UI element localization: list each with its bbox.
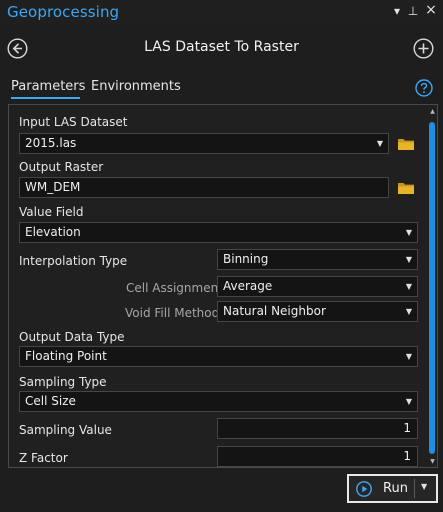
output-data-type-value: Floating Point [25, 349, 107, 363]
tool-header: LAS Dataset To Raster [0, 26, 443, 72]
tool-title: LAS Dataset To Raster [144, 39, 299, 55]
void-fill-method-dropdown[interactable]: Natural Neighbor ▼ [217, 301, 418, 322]
output-raster-input[interactable]: WM_DEM [19, 177, 389, 198]
sampling-value-label: Sampling Value [19, 423, 112, 437]
chevron-down-icon: ▼ [405, 397, 412, 406]
sampling-type-dropdown[interactable]: Cell Size ▼ [19, 391, 418, 412]
cell-assignment-value: Average [223, 279, 273, 293]
tab-environments[interactable]: Environments [91, 79, 181, 94]
scrollbar-thumb[interactable] [429, 122, 435, 454]
chevron-down-icon[interactable]: ▼ [421, 482, 427, 491]
chevron-down-icon: ▼ [376, 139, 383, 148]
sampling-type-label: Sampling Type [19, 375, 107, 389]
pane-menu-icon[interactable]: ▾ [390, 4, 404, 18]
input-las-value: 2015.las [25, 136, 77, 150]
chevron-down-icon: ▼ [405, 307, 412, 316]
output-data-type-dropdown[interactable]: Floating Point ▼ [19, 346, 418, 367]
output-data-type-label: Output Data Type [19, 330, 125, 344]
add-icon[interactable] [413, 38, 434, 59]
interpolation-type-value: Binning [223, 252, 269, 266]
sampling-value-input[interactable]: 1 [217, 418, 418, 439]
cell-assignment-dropdown[interactable]: Average ▼ [217, 276, 418, 297]
run-label: Run [383, 481, 408, 496]
interpolation-type-dropdown[interactable]: Binning ▼ [217, 249, 418, 270]
help-icon[interactable] [415, 79, 433, 97]
run-button[interactable]: Run ▼ [347, 474, 438, 503]
value-field-dropdown[interactable]: Elevation ▼ [19, 222, 418, 243]
chevron-down-icon: ▼ [405, 282, 412, 291]
interpolation-type-label: Interpolation Type [19, 254, 128, 268]
z-factor-input[interactable]: 1 [217, 446, 418, 467]
output-raster-label: Output Raster [19, 160, 104, 174]
void-fill-method-label: Void Fill Method [125, 306, 220, 320]
chevron-down-icon: ▼ [405, 255, 412, 264]
pin-icon[interactable]: ⊥ [406, 4, 420, 18]
cell-assignment-label: Cell Assignment [126, 281, 223, 295]
play-icon [356, 481, 372, 497]
run-divider [414, 479, 415, 498]
input-las-label: Input LAS Dataset [19, 115, 128, 129]
scroll-down-icon[interactable]: ▼ [428, 458, 437, 465]
sampling-type-value: Cell Size [25, 394, 76, 408]
scroll-up-icon[interactable]: ▲ [428, 108, 437, 115]
tab-strip: Parameters Environments [0, 76, 443, 100]
tab-parameters[interactable]: Parameters [11, 79, 85, 94]
value-field-label: Value Field [19, 205, 84, 219]
close-icon[interactable]: × [424, 3, 438, 17]
folder-icon[interactable] [397, 181, 415, 195]
value-field-value: Elevation [25, 225, 81, 239]
input-las-dropdown[interactable]: 2015.las ▼ [19, 133, 389, 154]
chevron-down-icon: ▼ [405, 352, 412, 361]
pane-titlebar: Geoprocessing ▾ ⊥ × [0, 0, 443, 26]
pane-title: Geoprocessing [7, 3, 120, 21]
z-factor-label: Z Factor [19, 451, 68, 465]
chevron-down-icon: ▼ [405, 228, 412, 237]
folder-icon[interactable] [397, 137, 415, 151]
active-tab-indicator [11, 97, 80, 99]
void-fill-method-value: Natural Neighbor [223, 304, 326, 318]
output-raster-value: WM_DEM [25, 180, 81, 194]
